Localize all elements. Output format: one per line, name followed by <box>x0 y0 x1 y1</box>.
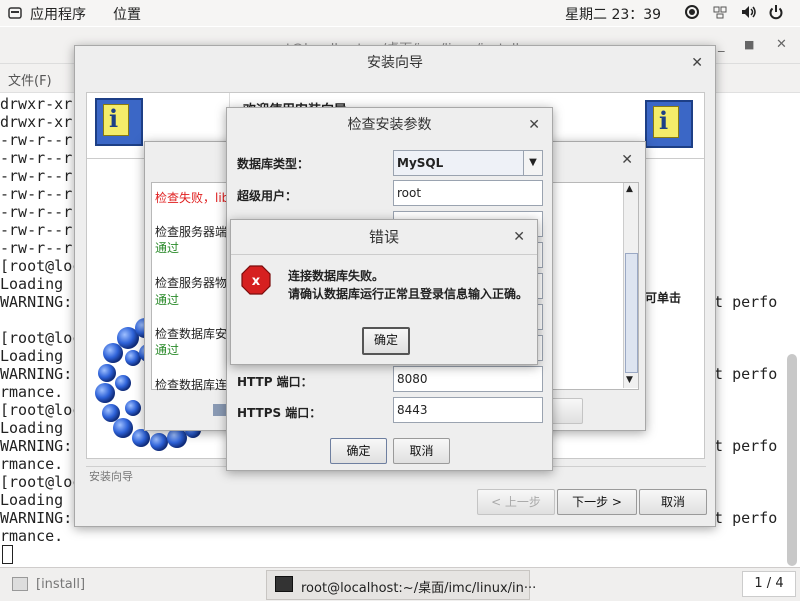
wizard-footer-label: 安装向导 <box>86 468 136 484</box>
error-message-line2: 请确认数据库运行正常且登录信息输入正确。 <box>288 287 529 301</box>
next-button[interactable]: 下一步 > <box>557 489 637 515</box>
terminal-line: Loading <box>0 347 82 365</box>
power-icon[interactable] <box>768 4 784 24</box>
taskbar-item-terminal-label: root@localhost:~/桌面/imc/linux/in··· <box>301 581 537 596</box>
check-item-2: 检查服务器物 <box>155 276 228 290</box>
terminal-cursor <box>2 545 13 564</box>
terminal-line: rmance. <box>0 527 64 545</box>
close-icon[interactable]: ✕ <box>776 37 787 52</box>
menu-file[interactable]: 文件(F) <box>8 70 52 89</box>
wizard-cancel-button[interactable]: 取消 <box>639 489 707 515</box>
taskbar-item-install[interactable]: [install] <box>8 574 258 596</box>
svg-text:x: x <box>252 274 261 289</box>
terminal-line: drwxr-xr- <box>0 113 82 131</box>
terminal-line: -rw-r--r- <box>0 239 82 257</box>
terminal-line: [root@loc <box>0 473 82 491</box>
terminal-line: Loading <box>0 275 82 293</box>
error-message-line1: 连接数据库失败。 <box>288 269 385 283</box>
terminal-line: -rw-r--r- <box>0 221 82 239</box>
db-type-label: 数据库类型： <box>237 157 310 171</box>
applications-menu[interactable]: 应用程序 <box>30 4 86 24</box>
http-port-input[interactable]: 8080 <box>393 366 543 392</box>
check-item-3: 检查数据库安 <box>155 327 228 341</box>
wizard-title: 安装向导 <box>367 55 423 71</box>
terminal-line: Loading <box>0 419 82 437</box>
record-icon[interactable] <box>684 4 700 24</box>
back-button[interactable]: < 上一步 <box>477 489 555 515</box>
wizard-close-icon[interactable]: ✕ <box>691 55 703 71</box>
terminal-line: [root@loc <box>0 401 82 419</box>
error-title: 错误 <box>368 228 399 246</box>
chevron-down-icon[interactable]: ▼ <box>523 150 543 176</box>
terminal-line: [root@loc <box>0 257 82 275</box>
clock[interactable]: 星期二 23：39 <box>565 4 661 24</box>
error-dialog: 错误 ✕ x 连接数据库失败。 请确认数据库运行正常且登录信息输入正确。 确定 <box>230 219 538 365</box>
wizard-hint-text: 可单击 <box>645 291 682 305</box>
window-icon <box>12 577 28 591</box>
terminal-line: drwxr-xr- <box>0 95 82 113</box>
terminal-icon <box>275 576 293 592</box>
error-icon: x <box>241 265 271 295</box>
terminal-line: -rw-r--r- <box>0 203 82 221</box>
params-title: 检查安装参数 <box>347 117 432 133</box>
check-status-1: 通过 <box>155 241 180 255</box>
terminal-line: -rw-r--r- <box>0 185 82 203</box>
network-icon[interactable] <box>712 4 728 24</box>
check-window-close-icon[interactable]: ✕ <box>621 152 633 168</box>
check-item-4: 检查数据库连 <box>155 378 228 392</box>
minimize-icon[interactable]: _ <box>718 38 725 53</box>
applications-icon[interactable] <box>8 6 22 20</box>
terminal-line: Loading <box>0 491 82 509</box>
terminal-line: WARNING: <box>0 365 82 383</box>
scroll-up-icon[interactable]: ▲ <box>626 184 633 194</box>
maximize-icon[interactable]: ■ <box>744 38 754 51</box>
https-port-input[interactable]: 8443 <box>393 397 543 423</box>
taskbar: [install] root@localhost:~/桌面/imc/linux/… <box>0 567 800 601</box>
db-type-select[interactable]: MySQL <box>393 150 526 176</box>
terminal-line: WARNING: <box>0 509 82 527</box>
top-bar: 应用程序 位置 星期二 23：39 <box>0 0 800 27</box>
scroll-thumb[interactable] <box>625 253 638 373</box>
workspace-indicator[interactable]: 1 / 4 <box>742 571 796 597</box>
terminal-line: WARNING: <box>0 293 82 311</box>
error-title-divider <box>231 254 537 255</box>
terminal-line: -rw-r--r- <box>0 131 82 149</box>
wizard-info-icon-left: i <box>95 98 143 146</box>
terminal-line: rmance. <box>0 455 64 473</box>
superuser-label: 超级用户： <box>237 189 298 203</box>
params-ok-button[interactable]: 确定 <box>330 438 387 464</box>
terminal-line: WARNING: <box>0 437 82 455</box>
params-cancel-button[interactable]: 取消 <box>393 438 450 464</box>
error-ok-button[interactable]: 确定 <box>362 327 410 355</box>
check-item-0: 检查失败，lib <box>155 191 230 205</box>
http-port-label: HTTP 端口： <box>237 375 313 389</box>
terminal-line: -rw-r--r- <box>0 167 82 185</box>
wizard-info-icon-right: i <box>645 100 693 148</box>
volume-icon[interactable] <box>740 4 758 24</box>
superuser-input[interactable]: root <box>393 180 543 206</box>
check-item-1: 检查服务器端 <box>155 225 228 239</box>
error-close-icon[interactable]: ✕ <box>513 229 525 245</box>
check-status-3: 通过 <box>155 343 180 357</box>
terminal-scrollbar[interactable] <box>787 354 797 566</box>
check-list-scrollbar[interactable]: ▲ ▼ <box>623 183 638 388</box>
params-close-icon[interactable]: ✕ <box>528 117 540 133</box>
terminal-line: [root@loc <box>0 329 82 347</box>
taskbar-item-terminal[interactable]: root@localhost:~/桌面/imc/linux/in··· <box>266 570 536 600</box>
scroll-down-icon[interactable]: ▼ <box>626 375 633 385</box>
progress-indicator <box>213 404 227 416</box>
taskbar-item-install-label: [install] <box>36 577 86 592</box>
places-menu[interactable]: 位置 <box>113 4 141 24</box>
https-port-label: HTTPS 端口： <box>237 406 322 420</box>
terminal-line: rmance. <box>0 383 64 401</box>
check-status-2: 通过 <box>155 293 180 307</box>
terminal-line: -rw-r--r- <box>0 149 82 167</box>
